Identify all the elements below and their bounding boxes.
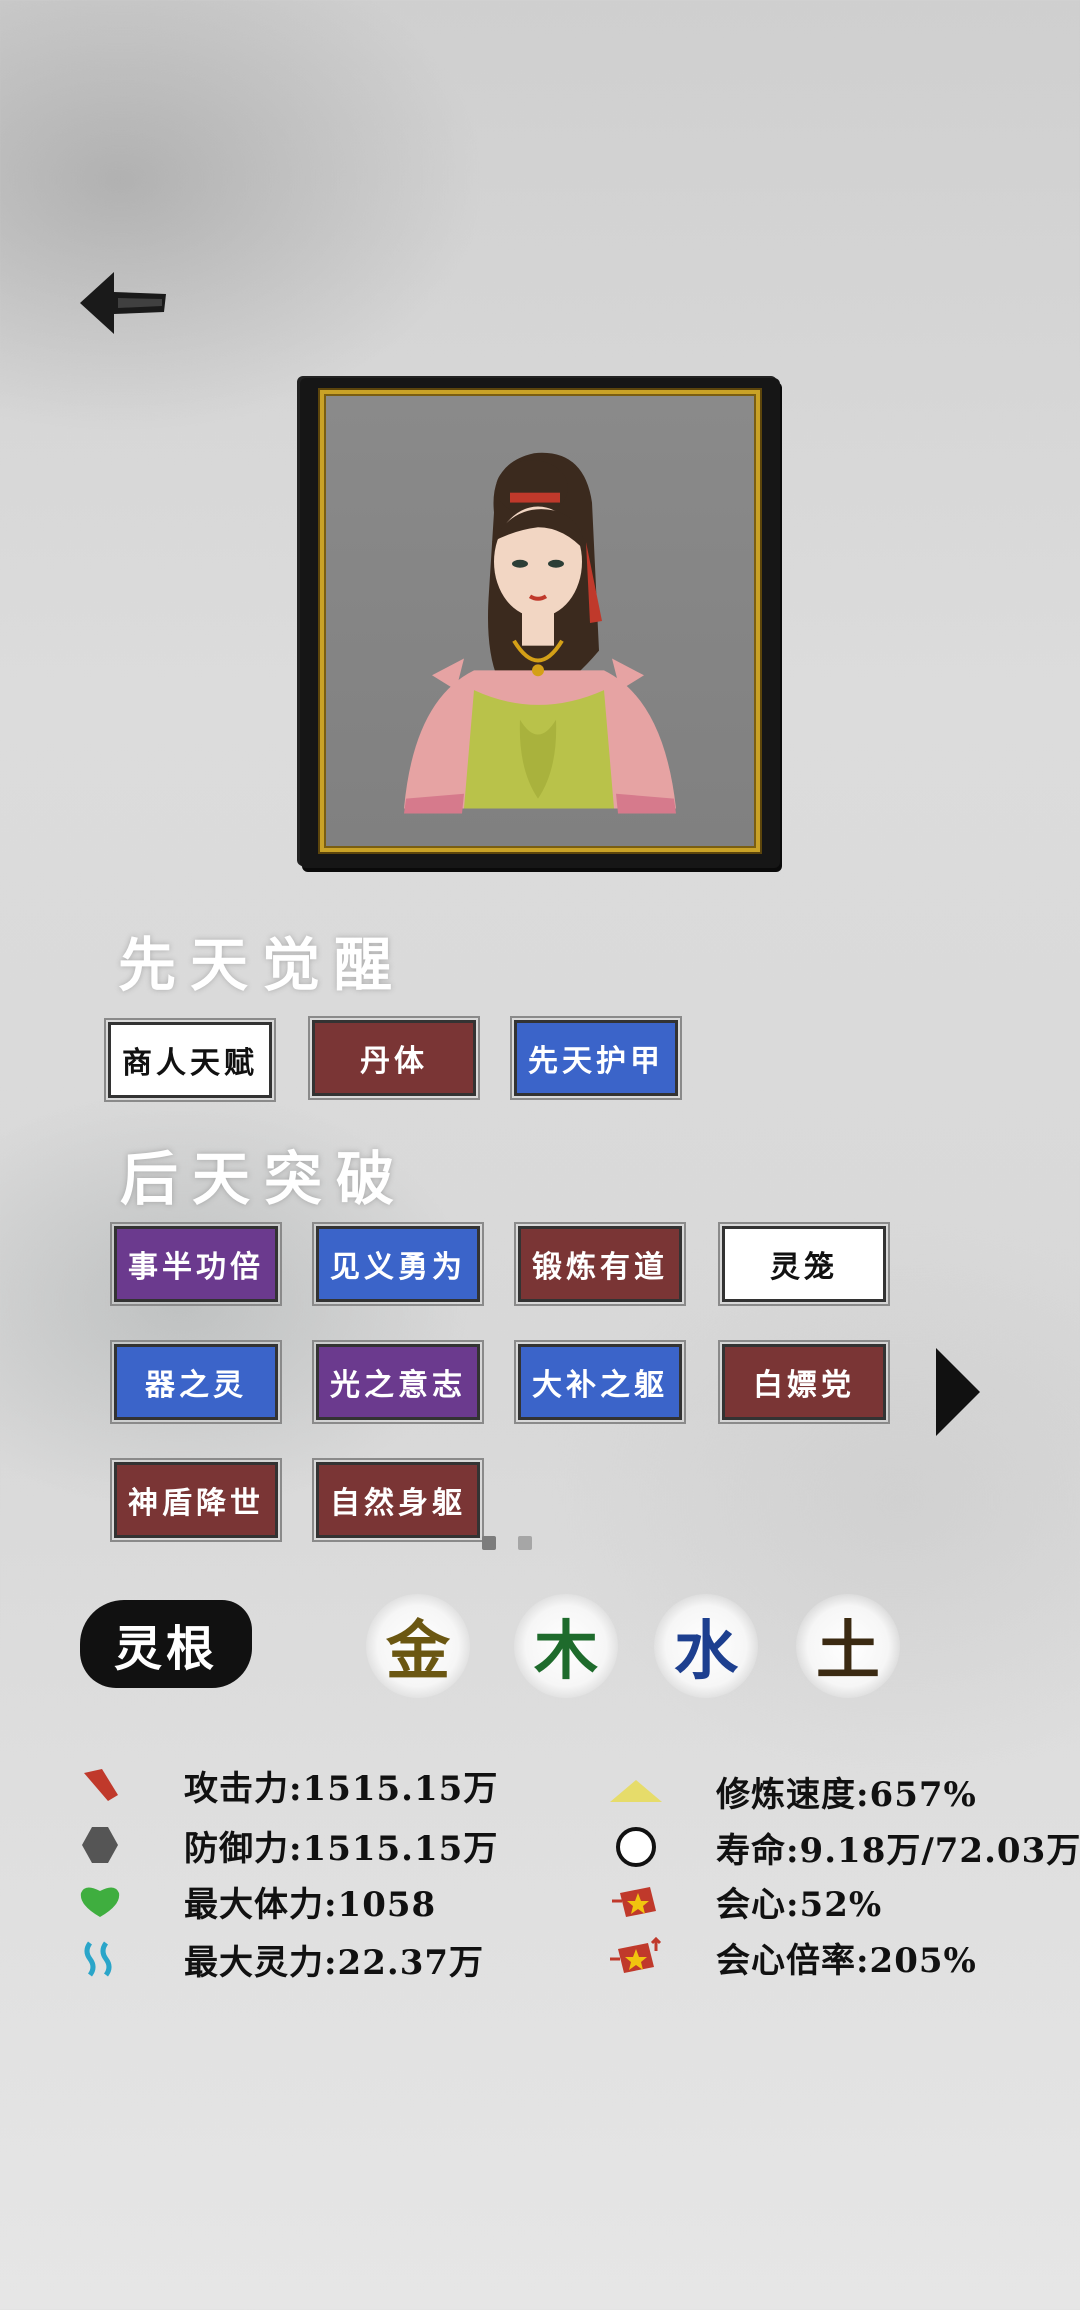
stat-defense: 防御力:1515.15万 — [76, 1820, 498, 1870]
acquired-tag-6[interactable]: 光之意志 — [312, 1340, 484, 1424]
character-illustration — [404, 452, 676, 814]
character-portrait-frame — [300, 378, 780, 868]
stat-critical: 会心:52% — [608, 1876, 882, 1926]
acquired-tag-4[interactable]: 灵笼 — [718, 1222, 890, 1306]
stat-critical-multiplier-text: 会心倍率:205% — [716, 1940, 977, 1981]
chevron-right-icon — [936, 1348, 980, 1436]
element-water: 水 — [654, 1594, 758, 1698]
acquired-tag-9[interactable]: 神盾降世 — [110, 1458, 282, 1542]
defense-icon — [76, 1821, 124, 1869]
acquired-tag-5[interactable]: 器之灵 — [110, 1340, 282, 1424]
back-button[interactable] — [78, 268, 170, 338]
critical-multiplier-icon — [608, 1933, 664, 1981]
stat-max-spirit-text: 最大灵力:22.37万 — [184, 1942, 485, 1983]
acquired-tag-8[interactable]: 白嫖党 — [718, 1340, 890, 1424]
arrow-left-icon — [80, 272, 166, 334]
lifespan-icon — [608, 1823, 664, 1871]
element-earth: 土 — [796, 1594, 900, 1698]
stat-cultivation-speed: 修炼速度:657% — [608, 1766, 977, 1816]
attack-icon — [76, 1761, 124, 1809]
stat-critical-multiplier: 会心倍率:205% — [608, 1932, 977, 1982]
acquired-tag-10[interactable]: 自然身躯 — [312, 1458, 484, 1542]
element-metal: 金 — [366, 1594, 470, 1698]
health-icon — [76, 1877, 124, 1925]
stat-attack-text: 攻击力:1515.15万 — [184, 1768, 499, 1809]
spirit-icon — [76, 1935, 124, 1983]
stat-attack: 攻击力:1515.15万 — [76, 1760, 498, 1810]
stat-max-health: 最大体力:1058 — [76, 1876, 436, 1926]
acquired-tag-1[interactable]: 事半功倍 — [110, 1222, 282, 1306]
stat-lifespan-text: 寿命:9.18万/72.03万 — [716, 1830, 1080, 1871]
spirit-root-label: 灵根 — [80, 1600, 252, 1688]
acquired-tag-7[interactable]: 大补之躯 — [514, 1340, 686, 1424]
page-indicator-dot-1 — [482, 1536, 496, 1550]
stat-lifespan: 寿命:9.18万/72.03万 — [608, 1822, 1080, 1872]
acquired-tag-3[interactable]: 锻炼有道 — [514, 1222, 686, 1306]
innate-tag-2[interactable]: 丹体 — [308, 1016, 480, 1100]
character-portrait — [320, 390, 760, 852]
innate-tag-3[interactable]: 先天护甲 — [510, 1016, 682, 1100]
stat-max-spirit: 最大灵力:22.37万 — [76, 1934, 484, 1984]
stat-critical-text: 会心:52% — [716, 1884, 883, 1925]
acquired-tag-2[interactable]: 见义勇为 — [312, 1222, 484, 1306]
cultivation-speed-icon — [608, 1767, 664, 1815]
next-page-button[interactable] — [934, 1346, 982, 1438]
stat-cultivation-speed-text: 修炼速度:657% — [716, 1774, 977, 1815]
innate-awakening-title: 先天觉醒 — [118, 931, 407, 999]
innate-tag-1[interactable]: 商人天赋 — [104, 1018, 276, 1102]
element-wood: 木 — [514, 1594, 618, 1698]
critical-icon — [608, 1877, 664, 1925]
stat-defense-text: 防御力:1515.15万 — [184, 1828, 499, 1869]
stat-max-health-text: 最大体力:1058 — [184, 1884, 437, 1925]
acquired-breakthrough-title: 后天突破 — [120, 1145, 409, 1213]
page-indicator-dot-2 — [518, 1536, 532, 1550]
